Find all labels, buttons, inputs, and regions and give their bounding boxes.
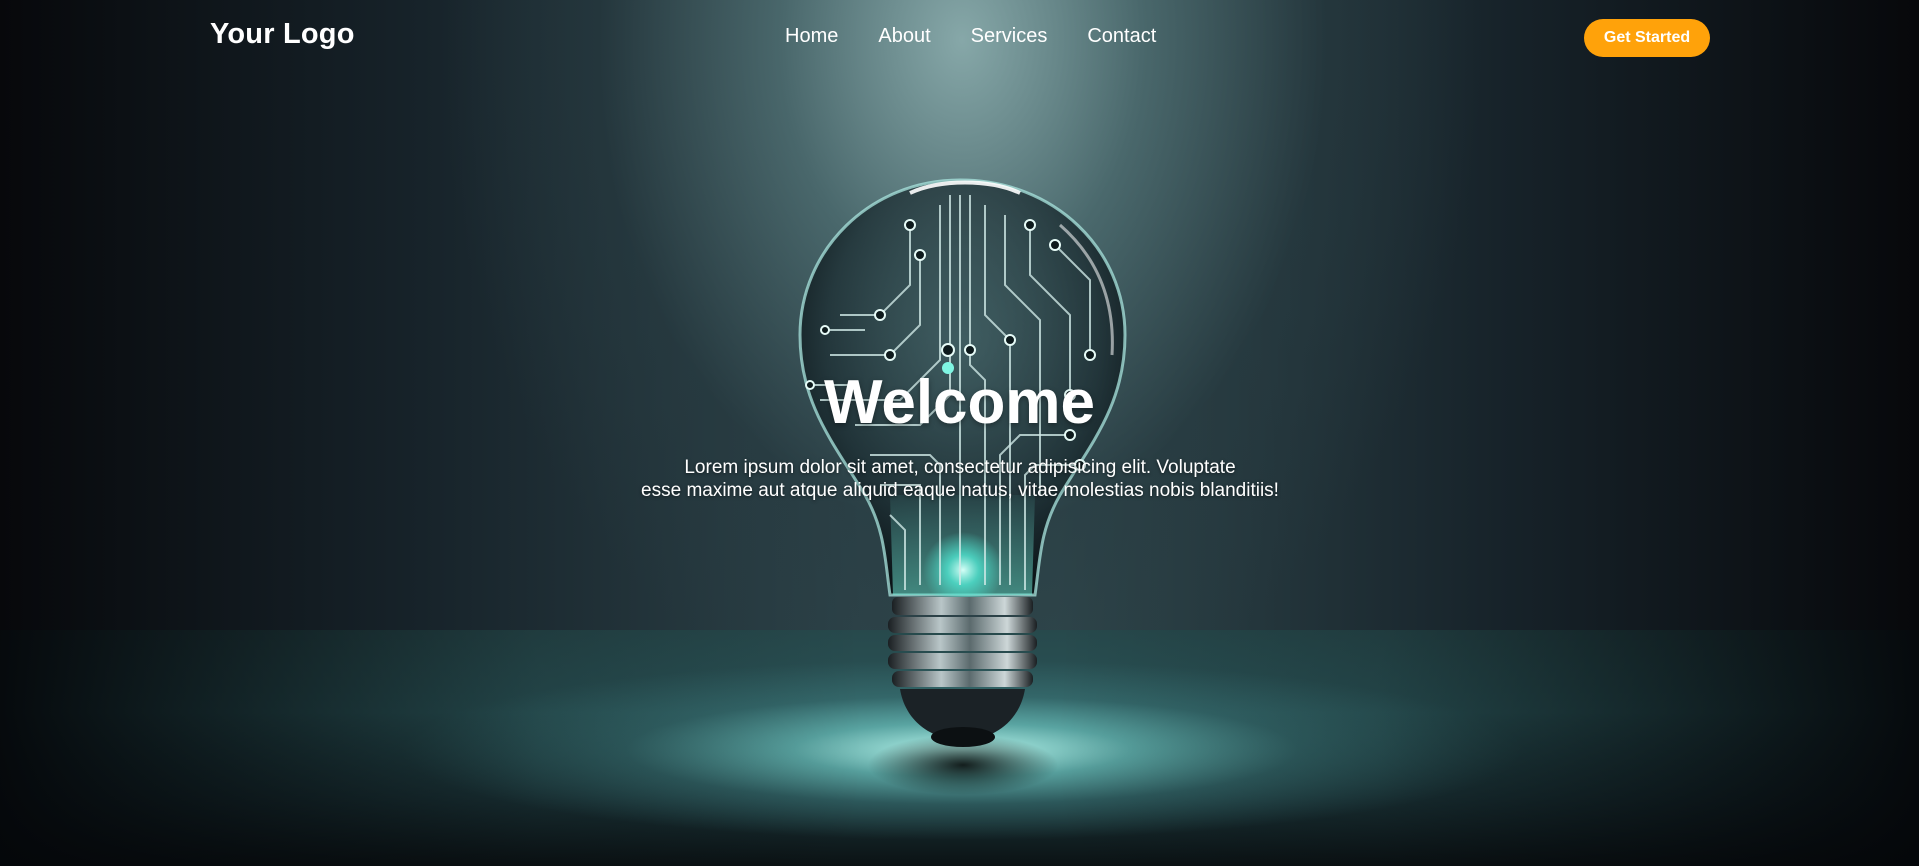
nav-link-services[interactable]: Services [971,25,1048,48]
nav-link-contact[interactable]: Contact [1087,25,1156,48]
nav-link-about[interactable]: About [878,25,930,48]
main-nav: Home About Services Contact [785,25,1156,48]
get-started-button[interactable]: Get Started [1584,19,1710,57]
hero-description: Lorem ipsum dolor sit amet, consectetur … [560,456,1360,502]
nav-link-home[interactable]: Home [785,25,838,48]
hero-title: Welcome [823,368,1096,437]
hero-description-line-1: Lorem ipsum dolor sit amet, consectetur … [684,457,1236,478]
hero-description-line-2: esse maxime aut atque aliquid eaque natu… [641,480,1279,501]
site-logo[interactable]: Your Logo [210,18,355,51]
